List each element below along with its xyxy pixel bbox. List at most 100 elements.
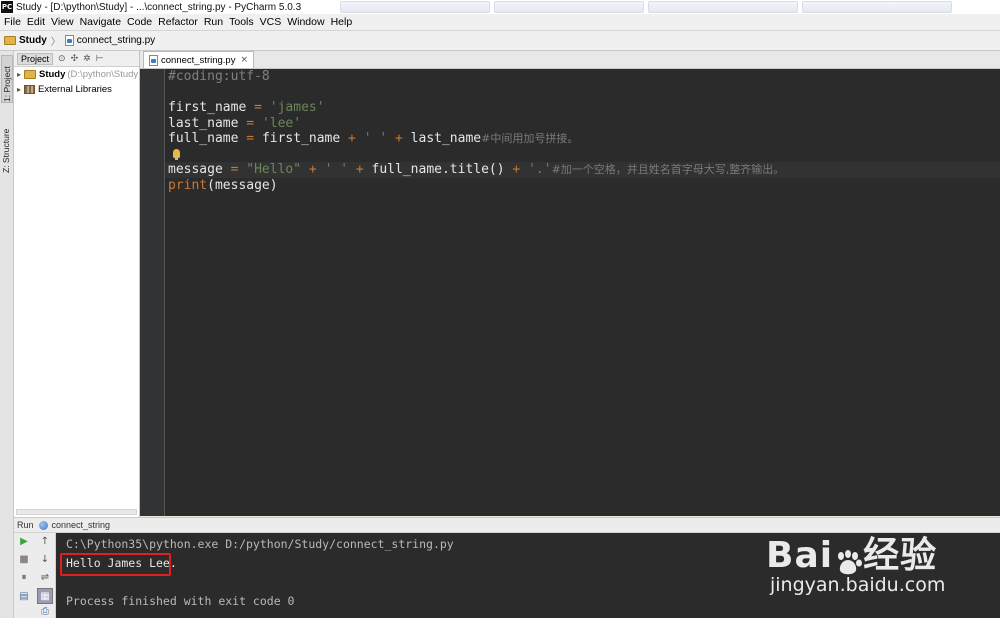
scroll-up-icon[interactable]: ↑ — [39, 536, 51, 548]
menu-file[interactable]: File — [2, 16, 25, 28]
folder-icon — [24, 70, 36, 79]
title-bar: PC Study - [D:\python\Study] - ...\conne… — [0, 0, 1000, 14]
window-title: Study - [D:\python\Study] - ...\connect_… — [16, 1, 302, 13]
code-identifier: message — [168, 162, 223, 177]
background-tab — [494, 1, 644, 13]
breadcrumb-project-label: Study — [19, 35, 47, 46]
paw-icon — [833, 544, 863, 575]
breadcrumb-separator-icon: 〉 — [50, 37, 61, 48]
python-file-icon — [64, 35, 74, 46]
background-tab — [648, 1, 798, 13]
code-identifier: first_name — [261, 131, 341, 146]
code-string: ' ' — [324, 162, 349, 177]
project-view-selector[interactable]: Project — [17, 52, 54, 65]
code-line-current: message = "Hello" + ' ' + full_name.titl… — [165, 162, 1000, 178]
code-line: #coding:utf-8 — [168, 69, 1000, 85]
run-config-name[interactable]: connect_string — [52, 520, 111, 530]
code-string: 'lee' — [261, 115, 302, 131]
menu-edit[interactable]: Edit — [25, 16, 49, 28]
navigation-bar: Study 〉 connect_string.py — [0, 31, 1000, 51]
menu-help[interactable]: Help — [329, 16, 357, 28]
close-icon[interactable]: × — [240, 55, 248, 65]
code-identifier: last_name — [410, 131, 482, 146]
restore-layout-icon[interactable]: ▤ — [18, 591, 30, 603]
code-string: 'james' — [269, 100, 325, 115]
scroll-to-end-icon[interactable]: ▦ — [37, 588, 53, 604]
code-string: ' ' — [363, 131, 388, 146]
console-command-line: C:\Python35\python.exe D:/python/Study/c… — [66, 537, 454, 551]
code-comment: #加一个空格，并且姓名首字母大写,整齐输出。 — [551, 163, 785, 176]
editor-tab-connect-string[interactable]: connect_string.py × — [143, 51, 255, 68]
watermark-brand: Bai 经验 — [766, 526, 937, 578]
project-panel: Project ⊙ ✣ ✲ ⊢ ▸ Study (D:\python\Study… — [14, 51, 140, 517]
tool-tab-structure[interactable]: Z: Structure — [1, 117, 13, 173]
code-line: print(message) — [168, 178, 1000, 194]
watermark-brand-right: 经验 — [863, 535, 938, 576]
sync-icon[interactable]: ⊙ — [58, 54, 66, 64]
hide-panel-icon[interactable]: ⊢ — [96, 54, 104, 64]
soft-wrap-icon[interactable]: ⇌ — [39, 572, 51, 584]
breadcrumb-file-label: connect_string.py — [76, 35, 156, 46]
pause-icon[interactable]: ⏸ — [18, 572, 30, 584]
python-icon — [38, 520, 48, 530]
menu-window[interactable]: Window — [285, 16, 328, 28]
collapse-icon[interactable]: ✣ — [71, 54, 79, 64]
code-string: '.' — [528, 162, 552, 177]
tree-item-external-libraries[interactable]: ▸ External Libraries — [14, 82, 139, 97]
watermark-brand-left: Bai — [766, 535, 834, 576]
scroll-down-icon[interactable]: ↓ — [39, 554, 51, 566]
menu-tools[interactable]: Tools — [227, 16, 258, 28]
menu-view[interactable]: View — [49, 16, 78, 28]
gear-icon[interactable]: ✲ — [83, 54, 91, 64]
tree-item-libraries-label: External Libraries — [38, 84, 112, 95]
breadcrumb-file[interactable]: connect_string.py — [64, 35, 156, 46]
editor-tab-bar: connect_string.py × — [140, 51, 1000, 69]
code-line: full_name = first_name + ' ' + last_name… — [168, 131, 579, 146]
python-file-icon — [149, 54, 158, 66]
code-line — [168, 147, 1000, 163]
menu-code[interactable]: Code — [125, 16, 156, 28]
menu-vcs[interactable]: VCS — [258, 16, 286, 28]
code-identifier: last_name — [168, 115, 239, 131]
run-panel-title: Run — [17, 520, 34, 530]
stop-icon[interactable]: ■ — [18, 554, 30, 566]
left-tool-strip: 1: Project Z: Structure — [0, 51, 14, 618]
project-panel-toolbar: Project ⊙ ✣ ✲ ⊢ — [14, 51, 139, 67]
tool-tab-project[interactable]: 1: Project — [1, 55, 13, 103]
breadcrumb-project[interactable]: Study — [4, 35, 47, 46]
library-icon — [24, 85, 35, 94]
code-string: "Hello" — [246, 162, 302, 177]
run-toolbar: ▶ ↑ ■ ↓ ⏸ ⇌ ▤ ▦ ⎙ — [14, 533, 56, 618]
menu-refactor[interactable]: Refactor — [156, 16, 202, 28]
menu-navigate[interactable]: Navigate — [78, 16, 125, 28]
menu-bar: File Edit View Navigate Code Refactor Ru… — [0, 14, 1000, 31]
folder-icon — [4, 36, 16, 45]
background-tab — [802, 1, 952, 13]
intention-lightbulb-icon[interactable] — [173, 148, 180, 160]
code-area[interactable]: #coding:utf-8 first_name = 'james' last_… — [165, 69, 1000, 194]
editor-gutter — [140, 69, 165, 516]
code-line: first_name = 'james' — [168, 100, 325, 115]
editor-tab-label: connect_string.py — [161, 54, 236, 66]
code-comment: #coding:utf-8 — [168, 69, 270, 84]
code-identifier: full_name — [168, 131, 239, 146]
code-call: full_name.title() — [371, 162, 505, 177]
background-browser-tabs — [340, 0, 1000, 14]
code-identifier: first_name — [168, 100, 247, 115]
code-comment: #中间用加号拼接。 — [481, 132, 579, 145]
background-tab — [340, 1, 490, 13]
horizontal-scrollbar[interactable] — [16, 509, 137, 515]
code-editor[interactable]: #coding:utf-8 first_name = 'james' last_… — [140, 69, 1000, 516]
menu-run[interactable]: Run — [202, 16, 227, 28]
rerun-play-icon[interactable]: ▶ — [18, 536, 30, 548]
expand-arrow-icon[interactable]: ▸ — [14, 85, 24, 94]
print-icon[interactable]: ⎙ — [39, 606, 51, 618]
tree-item-study[interactable]: ▸ Study (D:\python\Study — [14, 67, 139, 82]
highlight-box — [60, 553, 171, 576]
watermark-url: jingyan.baidu.com — [770, 574, 946, 596]
tree-item-study-path: (D:\python\Study — [67, 69, 139, 80]
code-keyword: print — [168, 177, 208, 193]
baidu-jingyan-watermark: Bai 经验 jingyan.baidu.com — [760, 510, 1000, 618]
expand-arrow-icon[interactable]: ▸ — [14, 70, 24, 79]
